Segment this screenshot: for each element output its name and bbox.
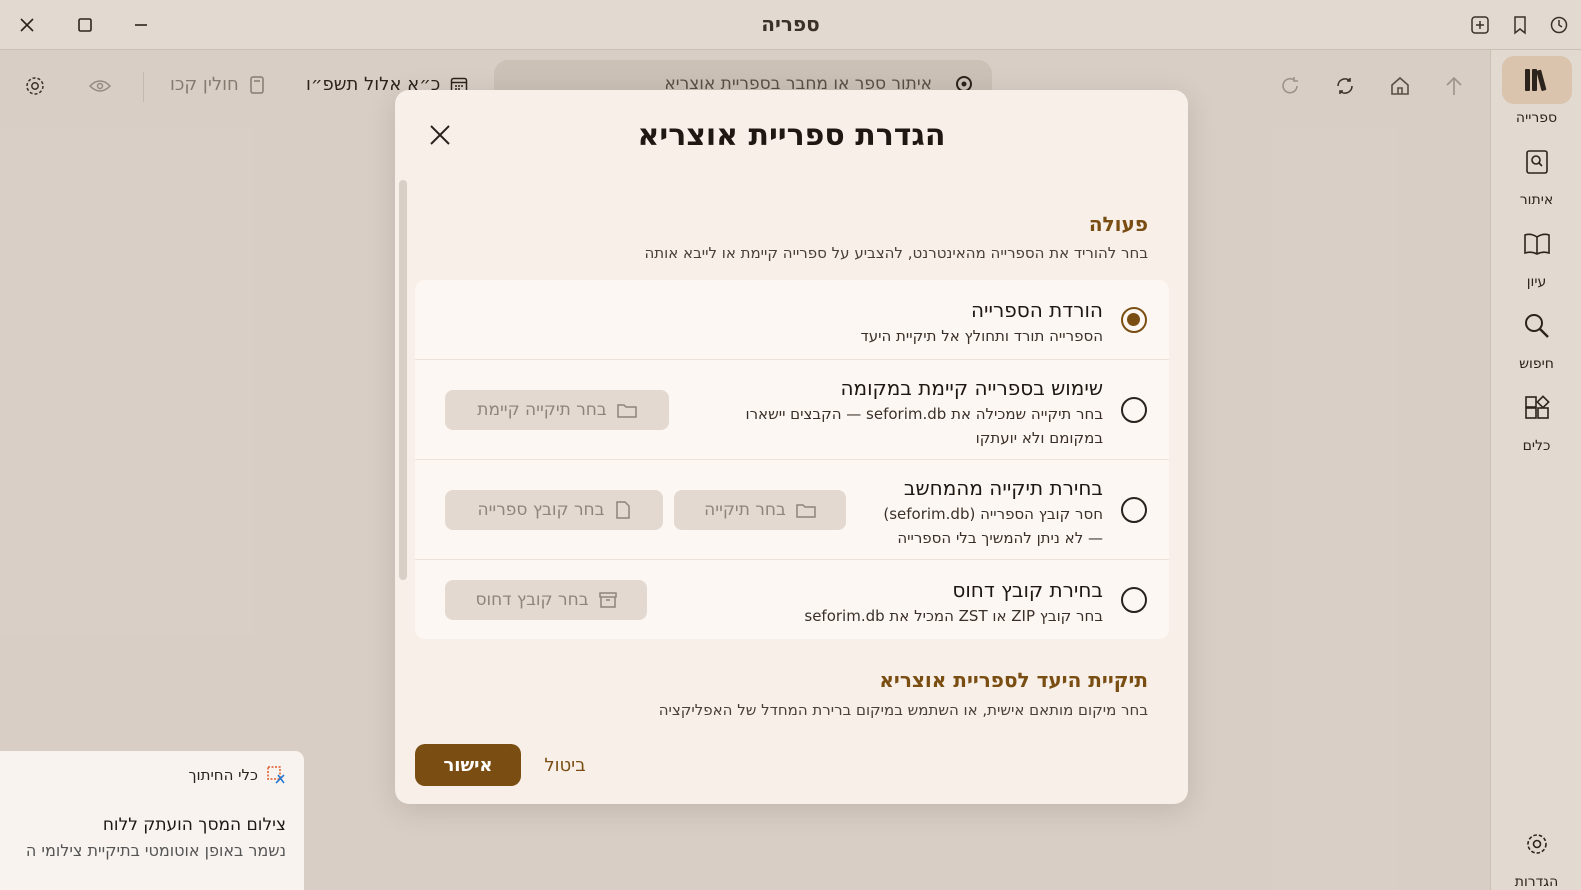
option-folder-desc-line1: חסר קובץ הספרייה (seforim.db) bbox=[883, 505, 1103, 523]
folder-icon bbox=[796, 504, 816, 518]
target-section-desc: בחר מיקום מותאם אישית, או השתמש במיקום ב… bbox=[658, 701, 1148, 719]
toast-header: כלי החיתוך bbox=[188, 765, 286, 785]
option-download[interactable]: הורדת הספרייה הספרייה תורד ותחולץ אל תיק… bbox=[415, 280, 1169, 360]
choose-library-file-button[interactable]: בחר קובץ ספרייה bbox=[445, 490, 663, 530]
option-archive[interactable]: בחירת קובץ דחוס בחר קובץ ZIP או ZST המכי… bbox=[415, 560, 1169, 639]
dialog-scrollbar[interactable] bbox=[399, 180, 407, 580]
close-icon[interactable] bbox=[425, 120, 455, 150]
option-folder-desc: חסר קובץ הספרייה (seforim.db) — לא ניתן … bbox=[883, 502, 1103, 550]
option-download-radio[interactable] bbox=[1121, 307, 1147, 333]
option-existing-radio[interactable] bbox=[1121, 397, 1147, 423]
cancel-button[interactable]: ביטול bbox=[535, 744, 595, 786]
option-archive-desc: בחר קובץ ZIP או ZST המכיל את seforim.db bbox=[804, 607, 1103, 625]
choose-existing-folder-button[interactable]: בחר תיקייה קיימת bbox=[445, 390, 669, 430]
action-options: הורדת הספרייה הספרייה תורד ותחולץ אל תיק… bbox=[415, 280, 1169, 639]
dialog-title: הגדרת ספריית אוצריא bbox=[637, 118, 946, 153]
option-folder-desc-line2: — לא ניתן להמשיך בלי הספרייה bbox=[897, 529, 1103, 547]
toast-app-name: כלי החיתוך bbox=[188, 766, 258, 784]
option-folder-title: בחירת תיקייה מהמחשב bbox=[903, 476, 1103, 500]
choose-folder-button[interactable]: בחר תיקייה bbox=[674, 490, 846, 530]
choose-existing-folder-label: בחר תיקייה קיימת bbox=[477, 400, 607, 420]
ok-button[interactable]: אישור bbox=[415, 744, 521, 786]
choose-folder-label: בחר תיקייה bbox=[704, 500, 786, 520]
archive-icon bbox=[598, 592, 617, 608]
action-section-desc: בחר להוריד את הספרייה מהאינטרנט, להצביע … bbox=[644, 244, 1149, 262]
option-existing-desc-line1: בחר תיקייה שמכילה את seforim.db — הקבצים… bbox=[745, 405, 1104, 423]
choose-archive-button[interactable]: בחר קובץ דחוס bbox=[445, 580, 647, 620]
option-folder[interactable]: בחירת תיקייה מהמחשב חסר קובץ הספרייה (se… bbox=[415, 460, 1169, 560]
snipping-toast[interactable]: כלי החיתוך צילום המסך הועתק ללוח נשמר בא… bbox=[0, 750, 305, 890]
option-existing-desc-line2: במקומם ולא יועתקו bbox=[975, 429, 1103, 447]
library-setup-dialog: הגדרת ספריית אוצריא פעולה בחר להוריד את … bbox=[395, 90, 1188, 804]
option-existing-title: שימוש בספרייה קיימת במקומה bbox=[840, 376, 1103, 400]
choose-archive-label: בחר קובץ דחוס bbox=[475, 590, 589, 610]
option-archive-radio[interactable] bbox=[1121, 587, 1147, 613]
option-download-title: הורדת הספרייה bbox=[970, 298, 1103, 322]
file-icon bbox=[615, 501, 630, 519]
option-folder-radio[interactable] bbox=[1121, 497, 1147, 523]
option-existing-desc: בחר תיקייה שמכילה את seforim.db — הקבצים… bbox=[746, 402, 1104, 450]
target-section-title: תיקיית היעד לספריית אוצריא bbox=[879, 668, 1148, 692]
choose-library-file-label: בחר קובץ ספרייה bbox=[477, 500, 605, 520]
option-existing[interactable]: שימוש בספרייה קיימת במקומה בחר תיקייה שמ… bbox=[415, 360, 1169, 460]
snipping-tool-icon bbox=[267, 766, 285, 784]
folder-icon bbox=[616, 404, 637, 418]
toast-subtext: נשמר באופן אוטומטי בתיקיית צילומי ה bbox=[25, 841, 286, 860]
option-download-desc: הספרייה תורד ותחולץ אל תיקיית היעד bbox=[860, 327, 1103, 345]
option-archive-title: בחירת קובץ דחוס bbox=[952, 578, 1103, 602]
action-section-title: פעולה bbox=[1088, 212, 1148, 236]
toast-message: צילום המסך הועתק ללוח bbox=[102, 815, 286, 835]
